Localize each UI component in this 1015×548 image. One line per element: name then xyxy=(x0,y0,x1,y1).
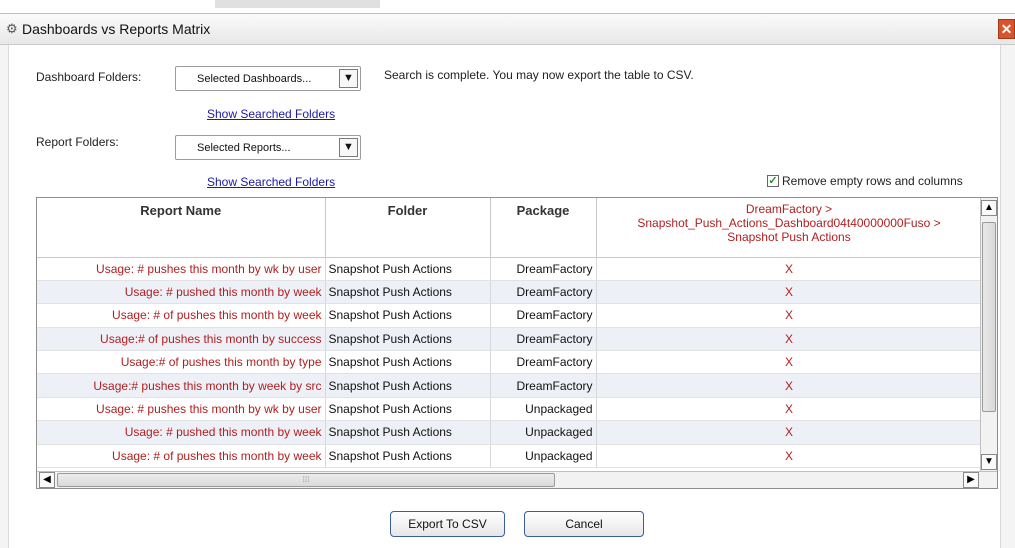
remove-empty-checkbox[interactable]: ✓ xyxy=(767,175,779,187)
report-name-cell: Usage: # pushed this month by week xyxy=(37,280,326,305)
close-icon: ✕ xyxy=(1000,21,1013,37)
scroll-left-arrow-icon[interactable]: ◀ xyxy=(39,472,55,488)
background-strip xyxy=(0,0,1015,13)
frame-right xyxy=(1000,45,1015,548)
package-cell: Unpackaged xyxy=(490,420,597,445)
report-name-cell: Usage: # pushes this month by wk by user xyxy=(37,257,326,281)
window-title: Dashboards vs Reports Matrix xyxy=(22,21,211,37)
table-row[interactable]: Usage: # pushes this month by wk by user… xyxy=(37,257,983,281)
match-cell: X xyxy=(596,257,983,281)
cancel-button[interactable]: Cancel xyxy=(524,511,644,537)
chevron-down-icon[interactable]: ▼ xyxy=(339,69,358,88)
package-cell: DreamFactory xyxy=(490,327,597,352)
status-message: Search is complete. You may now export t… xyxy=(384,68,694,82)
table-row[interactable]: Usage: # pushes this month by wk by user… xyxy=(37,397,983,422)
show-searched-dashboard-folders-link[interactable]: Show Searched Folders xyxy=(207,107,335,121)
table-row[interactable]: Usage: # pushed this month by week Snaps… xyxy=(37,420,983,445)
vertical-scroll-thumb[interactable] xyxy=(982,222,996,412)
folder-cell: Snapshot Push Actions xyxy=(325,327,491,352)
package-cell: Unpackaged xyxy=(490,444,597,469)
scroll-up-arrow-icon[interactable]: ▲ xyxy=(981,200,997,216)
folder-cell: Snapshot Push Actions xyxy=(325,397,491,422)
table-row[interactable]: Usage:# of pushes this month by success … xyxy=(37,327,983,352)
report-folders-value: Selected Reports... xyxy=(197,142,291,154)
folder-cell: Snapshot Push Actions xyxy=(325,373,491,398)
match-cell: X xyxy=(596,397,983,422)
dashboard-header-line: DreamFactory > xyxy=(745,202,833,216)
dashboard-folders-value: Selected Dashboards... xyxy=(197,73,312,85)
package-cell: DreamFactory xyxy=(490,257,597,281)
folder-cell: Snapshot Push Actions xyxy=(325,280,491,305)
match-cell: X xyxy=(596,350,983,375)
table-row[interactable]: Usage: # pushed this month by week Snaps… xyxy=(37,280,983,305)
package-cell: DreamFactory xyxy=(490,303,597,328)
dashboard-folders-label: Dashboard Folders: xyxy=(36,70,142,84)
column-header-folder[interactable]: Folder xyxy=(325,198,491,258)
horizontal-scroll-thumb[interactable]: ⁞⁞⁞ xyxy=(57,473,555,487)
frame-left xyxy=(0,45,9,548)
dashboard-header-line: Snapshot_Push_Actions_Dashboard04t400000… xyxy=(637,216,941,230)
remove-empty-label: Remove empty rows and columns xyxy=(782,174,963,188)
vertical-scrollbar[interactable]: ▲ ▼ xyxy=(980,198,997,472)
report-name-cell: Usage: # of pushes this month by week xyxy=(37,303,326,328)
report-name-cell: Usage: # pushed this month by week xyxy=(37,420,326,445)
column-header-package[interactable]: Package xyxy=(490,198,597,258)
match-cell: X xyxy=(596,327,983,352)
column-header-dashboard[interactable]: DreamFactory > Snapshot_Push_Actions_Das… xyxy=(596,198,983,258)
scroll-right-arrow-icon[interactable]: ▶ xyxy=(963,472,979,488)
report-name-cell: Usage: # pushes this month by wk by user xyxy=(37,397,326,422)
match-cell: X xyxy=(596,280,983,305)
folder-cell: Snapshot Push Actions xyxy=(325,350,491,375)
report-folders-select[interactable]: Selected Reports... ▼ xyxy=(175,135,361,160)
folder-cell: Snapshot Push Actions xyxy=(325,444,491,469)
table-row[interactable]: Usage:# pushes this month by week by src… xyxy=(37,373,983,398)
scroll-down-arrow-icon[interactable]: ▼ xyxy=(981,454,997,470)
title-bar: ⚙ Dashboards vs Reports Matrix ✕ xyxy=(0,13,1015,45)
dialog-window: ⚙ Dashboards vs Reports Matrix ✕ Dashboa… xyxy=(0,0,1015,548)
chevron-down-icon[interactable]: ▼ xyxy=(339,138,358,157)
package-cell: DreamFactory xyxy=(490,373,597,398)
table-row[interactable]: Usage: # of pushes this month by week Sn… xyxy=(37,303,983,328)
match-cell: X xyxy=(596,420,983,445)
show-searched-report-folders-link[interactable]: Show Searched Folders xyxy=(207,175,335,189)
match-cell: X xyxy=(596,373,983,398)
table-row[interactable]: Usage:# of pushes this month by type Sna… xyxy=(37,350,983,375)
horizontal-scrollbar[interactable]: ◀ ⁞⁞⁞ ▶ xyxy=(37,471,997,488)
folder-cell: Snapshot Push Actions xyxy=(325,420,491,445)
remove-empty-option[interactable]: ✓ Remove empty rows and columns xyxy=(767,174,963,188)
report-name-cell: Usage: # of pushes this month by week xyxy=(37,444,326,469)
folder-cell: Snapshot Push Actions xyxy=(325,257,491,281)
report-name-cell: Usage:# of pushes this month by type xyxy=(37,350,326,375)
export-to-csv-button[interactable]: Export To CSV xyxy=(390,511,505,537)
package-cell: DreamFactory xyxy=(490,280,597,305)
report-name-cell: Usage:# of pushes this month by success xyxy=(37,327,326,352)
package-cell: Unpackaged xyxy=(490,397,597,422)
package-cell: DreamFactory xyxy=(490,350,597,375)
matrix-table: Report Name Folder Package DreamFactory … xyxy=(36,197,998,489)
match-cell: X xyxy=(596,303,983,328)
report-folders-label: Report Folders: xyxy=(36,135,119,149)
gear-icon: ⚙ xyxy=(6,21,18,36)
dashboard-header-line: Snapshot Push Actions xyxy=(727,230,851,244)
match-cell: X xyxy=(596,444,983,469)
report-name-cell: Usage:# pushes this month by week by src xyxy=(37,373,326,398)
dashboard-folders-select[interactable]: Selected Dashboards... ▼ xyxy=(175,66,361,91)
close-button[interactable]: ✕ xyxy=(998,19,1015,39)
column-header-report-name[interactable]: Report Name xyxy=(37,198,326,258)
table-row[interactable]: Usage: # of pushes this month by week Sn… xyxy=(37,444,983,469)
folder-cell: Snapshot Push Actions xyxy=(325,303,491,328)
